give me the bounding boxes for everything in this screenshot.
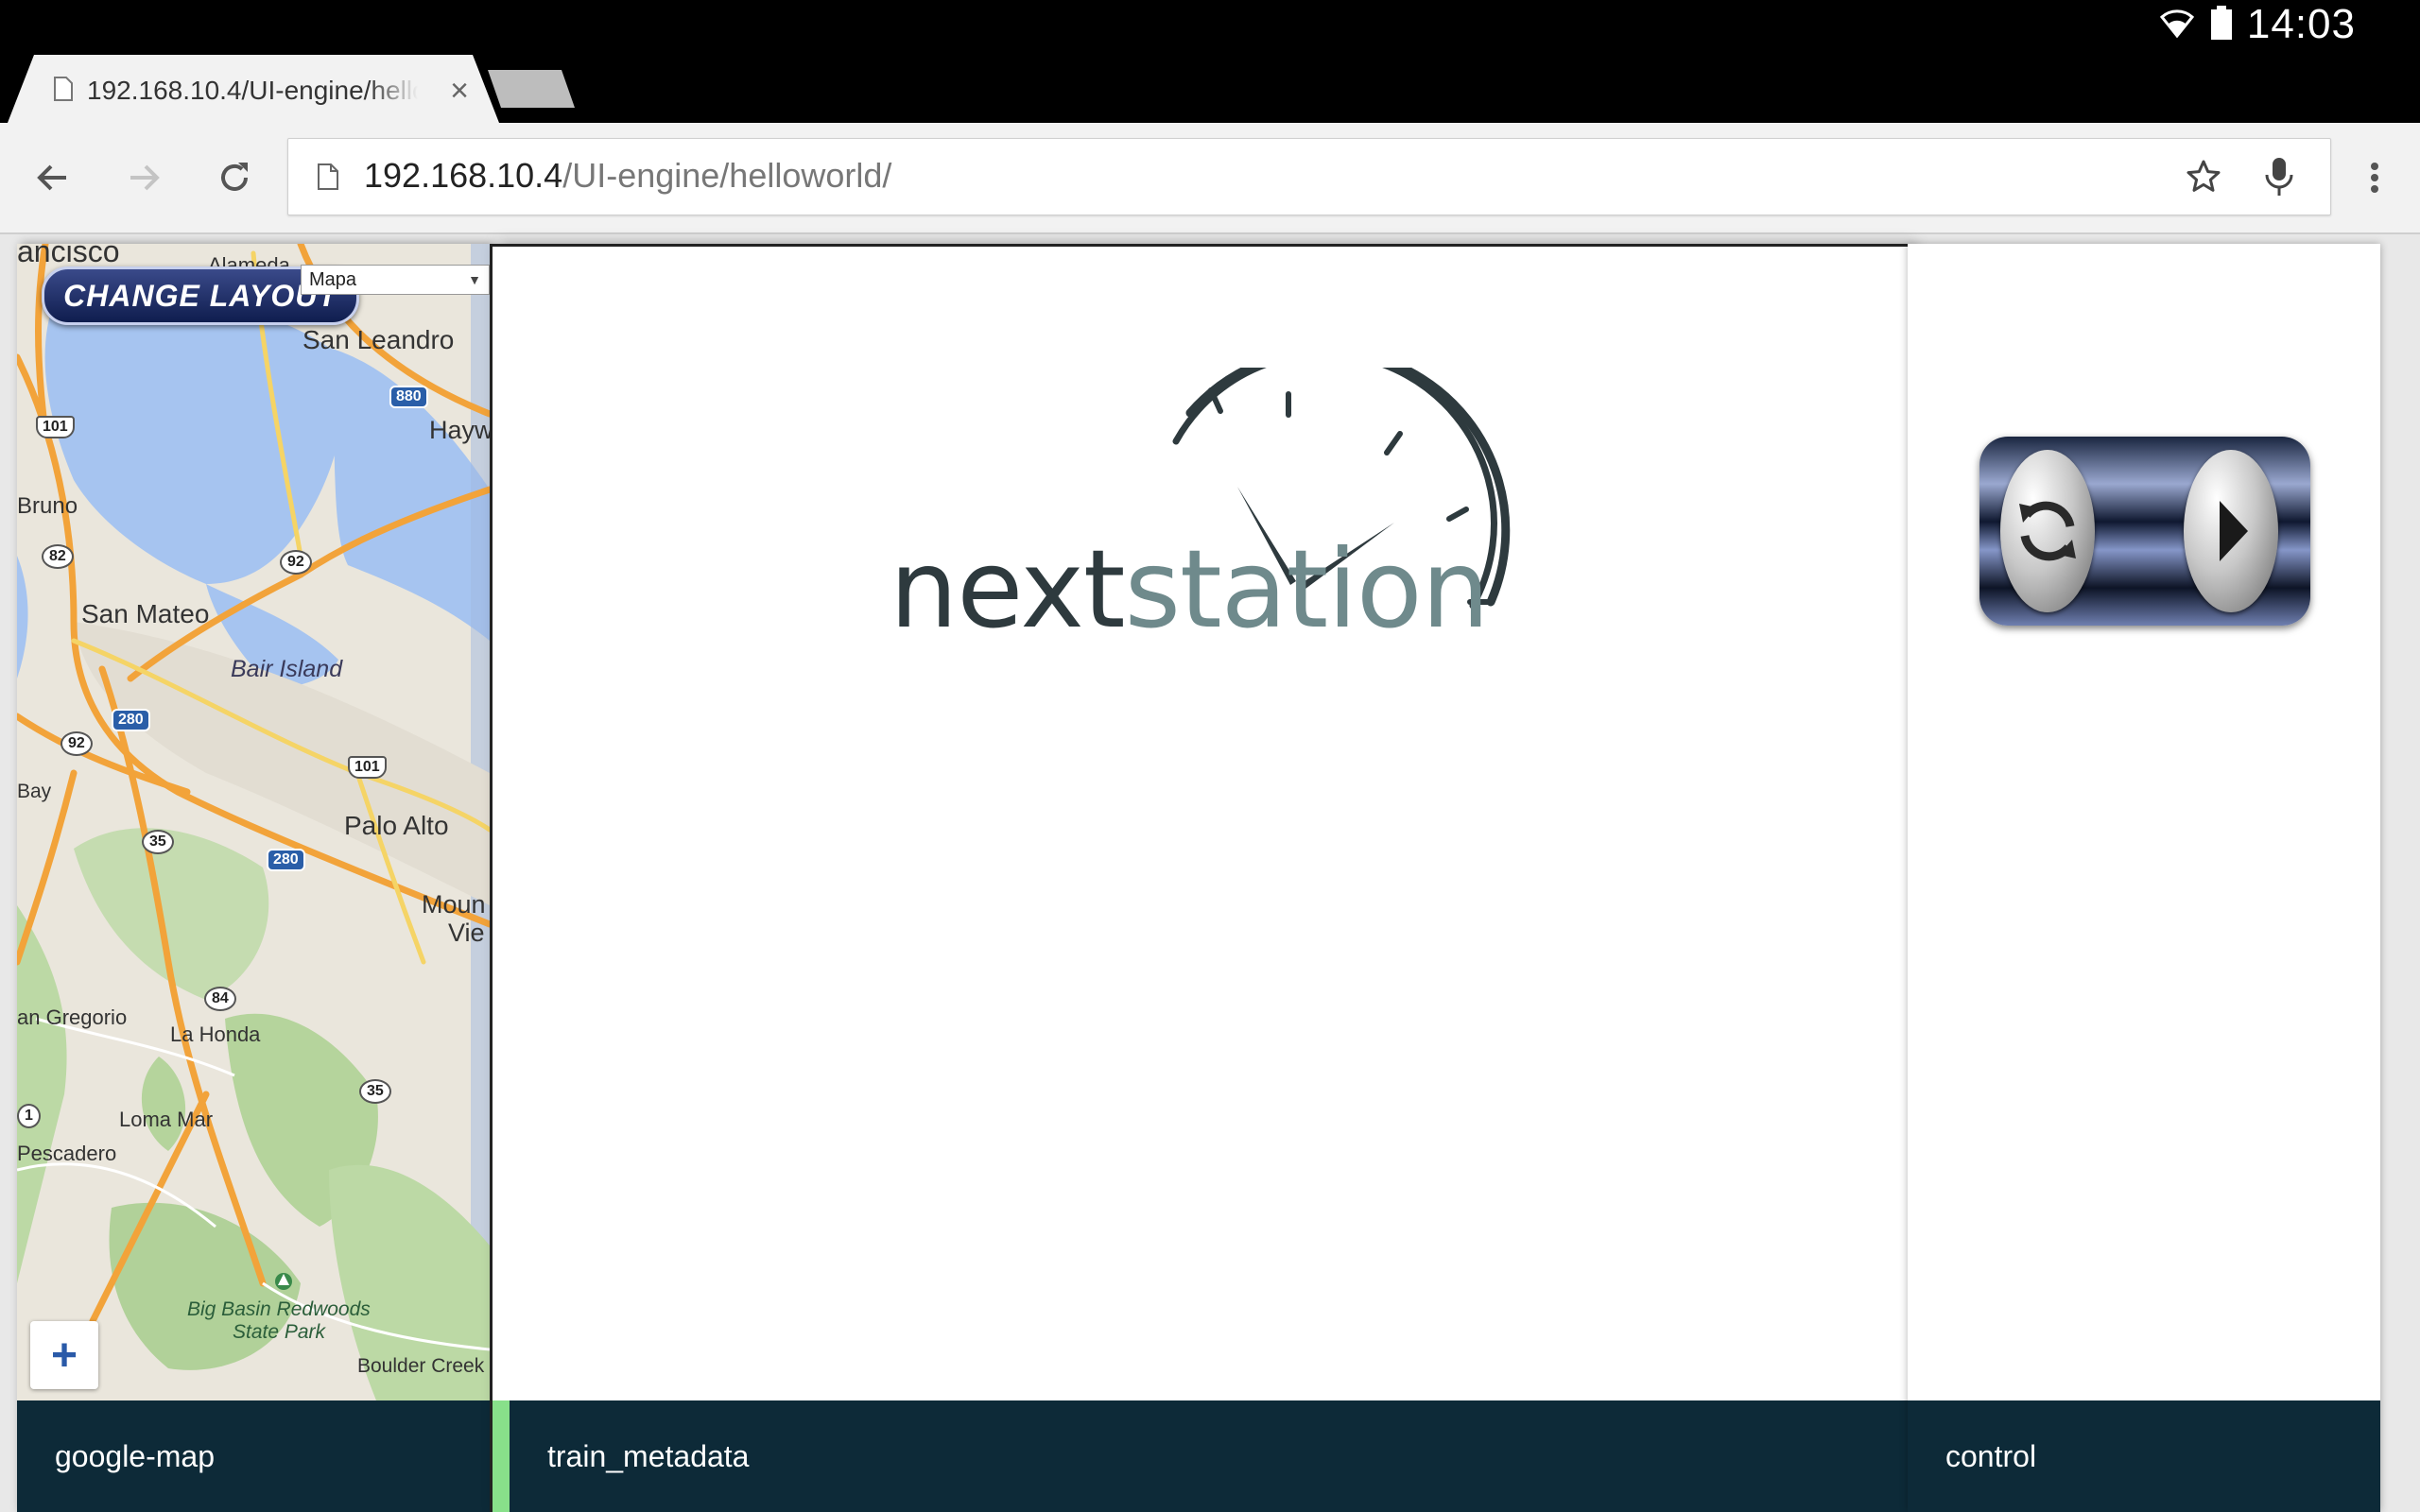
refresh-button[interactable] xyxy=(2000,450,2095,612)
address-bar[interactable]: 192.168.10.4/UI-engine/helloworld/ xyxy=(287,138,2331,215)
tab-close-icon[interactable]: × xyxy=(450,75,469,107)
state-route-shield: 35 xyxy=(142,830,174,854)
map-place-label: State Park xyxy=(233,1321,326,1343)
map-place-label: San Leandro xyxy=(302,325,455,354)
tab-title: 192.168.10.4/UI-engine/helloworld/ xyxy=(87,76,418,105)
us-route-shield: 101 xyxy=(348,756,387,779)
logo-wordmark: nextstation xyxy=(890,536,1490,644)
map-place-label: Loma Mar xyxy=(119,1108,214,1131)
logo-part-next: next xyxy=(890,526,1126,652)
map-place-label: Moun xyxy=(422,890,486,919)
control-button-group xyxy=(1979,437,2310,626)
url-path: /UI-engine/helloworld/ xyxy=(562,156,892,195)
google-map-panel: ancisco Alameda San Leandro Hayw Bruno S… xyxy=(17,244,490,1512)
control-panel: control xyxy=(1908,244,2380,1512)
map-place-label: an Gregorio xyxy=(17,1005,128,1029)
map-type-select[interactable]: Mapa ▼ xyxy=(301,265,490,295)
wifi-icon xyxy=(2158,4,2196,46)
map-place-label: Palo Alto xyxy=(344,811,449,840)
state-route-shield: 82 xyxy=(42,544,74,569)
reload-icon[interactable] xyxy=(208,151,261,204)
status-icons: 14:03 xyxy=(2158,0,2356,49)
panel-footer-control[interactable]: control xyxy=(1908,1400,2380,1512)
map-place-label: Hayw xyxy=(429,416,490,444)
state-route-shield: 84 xyxy=(204,987,236,1011)
menu-overflow-icon[interactable] xyxy=(2348,151,2401,204)
panel-label: google-map xyxy=(55,1438,215,1473)
map-place-label: Bruno xyxy=(17,493,78,519)
play-button[interactable] xyxy=(2184,450,2278,612)
interstate-shield: 280 xyxy=(112,709,150,731)
browser-tab-active[interactable]: 192.168.10.4/UI-engine/helloworld/ × xyxy=(8,55,499,123)
us-route-shield: 101 xyxy=(36,416,75,438)
map-place-label: La Honda xyxy=(170,1022,261,1046)
state-route-shield: 92 xyxy=(280,550,312,575)
map-place-label: Big Basin Redwoods xyxy=(187,1298,371,1320)
forward-arrow-icon[interactable] xyxy=(117,151,170,204)
url-host: 192.168.10.4 xyxy=(364,156,563,195)
refresh-icon xyxy=(2019,501,2076,561)
active-panel-indicator xyxy=(493,1400,510,1512)
microphone-icon[interactable] xyxy=(2256,154,2302,199)
battery-icon xyxy=(2209,4,2234,46)
browser-toolbar: 192.168.10.4/UI-engine/helloworld/ xyxy=(0,123,2420,234)
panel-label: control xyxy=(1945,1438,2037,1473)
url-text[interactable]: 192.168.10.4/UI-engine/helloworld/ xyxy=(364,156,891,196)
map-place-label: Boulder Creek xyxy=(357,1355,485,1377)
new-tab-button[interactable] xyxy=(488,70,575,108)
panel-footer-google-map[interactable]: google-map xyxy=(17,1400,490,1512)
interstate-shield: 280 xyxy=(267,849,305,871)
logo-part-station: station xyxy=(1124,526,1490,652)
map-place-label: San Mateo xyxy=(81,599,210,628)
state-route-shield: 92 xyxy=(60,731,93,756)
dropdown-caret-icon: ▼ xyxy=(468,272,481,287)
panel-footer-train-metadata[interactable]: train_metadata xyxy=(493,1400,1908,1512)
play-icon xyxy=(2220,501,2248,561)
state-route-shield: 35 xyxy=(359,1079,391,1104)
page-content: ancisco Alameda San Leandro Hayw Bruno S… xyxy=(0,234,2420,1512)
nextstation-logo: nextstation xyxy=(890,368,1532,670)
star-bookmark-icon[interactable] xyxy=(2181,154,2226,199)
panel-label: train_metadata xyxy=(547,1438,750,1473)
map-place-label: ancisco xyxy=(17,244,120,268)
interstate-shield: 880 xyxy=(389,386,428,408)
map-place-label: Bay xyxy=(17,781,52,802)
map-type-value: Mapa xyxy=(309,268,357,290)
android-status-bar: 14:03 192.168.10.4/UI-engine/helloworld/… xyxy=(0,0,2420,123)
page-icon xyxy=(53,76,74,107)
page-info-icon[interactable] xyxy=(305,154,351,199)
map-place-label: Vie xyxy=(448,919,485,947)
back-arrow-icon[interactable] xyxy=(26,151,79,204)
status-time: 14:03 xyxy=(2246,1,2356,47)
train-metadata-panel: nextstation train_metadata xyxy=(490,244,1908,1512)
zoom-in-button[interactable]: + xyxy=(30,1321,98,1389)
map-place-label: Pescadero xyxy=(17,1142,117,1165)
state-route-shield: 1 xyxy=(17,1104,41,1128)
map-place-label: Bair Island xyxy=(231,656,343,682)
map-canvas[interactable]: ancisco Alameda San Leandro Hayw Bruno S… xyxy=(17,244,490,1400)
